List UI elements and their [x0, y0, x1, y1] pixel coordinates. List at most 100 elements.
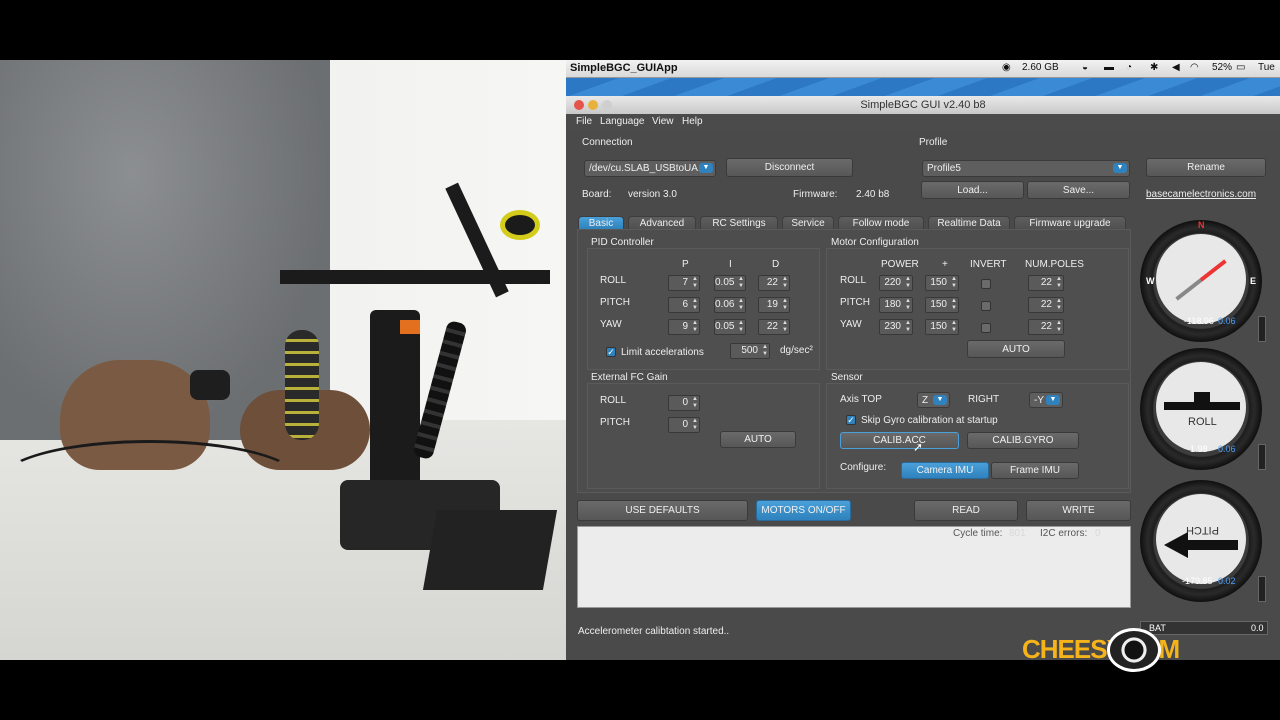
- eye-icon[interactable]: ◒: [1082, 62, 1088, 73]
- pitch-arrow-shaft-icon: [1186, 540, 1238, 550]
- basecam-link[interactable]: basecamelectronics.com: [1146, 189, 1256, 200]
- motor-pitch-invert[interactable]: [981, 301, 991, 311]
- drive-icon[interactable]: ▬: [1104, 62, 1114, 73]
- pitch-gauge: PITCH -179.85 0.02: [1140, 480, 1262, 602]
- menu-view[interactable]: View: [652, 116, 674, 127]
- axis-top-select[interactable]: Z ▼: [917, 392, 950, 408]
- motor-pitch-plus[interactable]: 150 ▲ ▼: [925, 297, 959, 313]
- pid-yaw-p[interactable]: 9 ▲ ▼: [668, 319, 700, 335]
- limit-accel-checkbox[interactable]: ✓: [606, 347, 616, 357]
- battery-icon[interactable]: ▭: [1236, 62, 1245, 73]
- fc-pitch-gain[interactable]: 0 ▲ ▼: [668, 417, 700, 433]
- calib-gyro-button[interactable]: CALIB.GYRO: [967, 432, 1079, 449]
- save-button[interactable]: Save...: [1027, 181, 1130, 199]
- pid-yaw-d[interactable]: 22 ▲ ▼: [758, 319, 790, 335]
- menu-help[interactable]: Help: [682, 116, 703, 127]
- right-axis-value: -Y: [1034, 394, 1044, 406]
- camera-imu-button[interactable]: Camera IMU: [901, 462, 989, 479]
- pid-pitch-d[interactable]: 19 ▲ ▼: [758, 297, 790, 313]
- chevron-down-icon: ▼: [1113, 163, 1127, 173]
- calib-acc-button[interactable]: CALIB.ACC: [840, 432, 959, 449]
- tab-rc-settings[interactable]: RC Settings: [700, 216, 778, 230]
- fc-row-label: ROLL: [600, 395, 627, 406]
- motor-auto-button[interactable]: AUTO: [967, 340, 1065, 358]
- limit-accel-unit: dg/sec²: [780, 345, 813, 356]
- motor-yaw-poles[interactable]: 22 ▲ ▼: [1028, 319, 1064, 335]
- motor-pitch-power[interactable]: 180 ▲ ▼: [879, 297, 913, 313]
- tab-follow-mode[interactable]: Follow mode: [838, 216, 924, 230]
- tab-realtime-data[interactable]: Realtime Data: [928, 216, 1010, 230]
- pid-pitch-i[interactable]: 0.06 ▲ ▼: [714, 297, 746, 313]
- frame-imu-button[interactable]: Frame IMU: [991, 462, 1079, 479]
- firmware-label: Firmware:: [793, 189, 838, 200]
- read-button[interactable]: READ: [914, 500, 1018, 521]
- motor-yaw-plus[interactable]: 150 ▲ ▼: [925, 319, 959, 335]
- wifi-icon[interactable]: ◠: [1190, 62, 1199, 73]
- right-axis-select[interactable]: -Y ▼: [1029, 392, 1063, 408]
- chevron-down-icon: ▼: [933, 395, 947, 405]
- mouse-cursor-icon: ➚: [913, 440, 924, 454]
- motors-toggle-button[interactable]: MOTORS ON/OFF: [756, 500, 851, 521]
- menu-language[interactable]: Language: [600, 116, 645, 127]
- motor-pitch-poles[interactable]: 22 ▲ ▼: [1028, 297, 1064, 313]
- motor-yaw-power[interactable]: 230 ▲ ▼: [879, 319, 913, 335]
- wrist-watch: [190, 370, 230, 400]
- battery-bar-label: BAT: [1149, 623, 1166, 633]
- profile-select[interactable]: Profile5 ▼: [922, 160, 1130, 177]
- i2c-errors-value: 0: [1095, 528, 1101, 539]
- tab-basic[interactable]: Basic: [578, 216, 624, 230]
- pid-row-label: PITCH: [600, 297, 630, 308]
- fc-auto-button[interactable]: AUTO: [720, 431, 796, 448]
- tab-firmware-upgrade[interactable]: Firmware upgrade: [1014, 216, 1126, 230]
- battery-bar: BAT 0.0: [1140, 621, 1268, 635]
- motor-roll-invert[interactable]: [981, 279, 991, 289]
- disconnect-button[interactable]: Disconnect: [726, 158, 853, 177]
- skip-gyro-checkbox[interactable]: ✓: [846, 415, 856, 425]
- usb-cable: [0, 440, 300, 520]
- battery-percent[interactable]: 52%: [1212, 62, 1232, 73]
- sync-icon[interactable]: ◔: [1126, 62, 1132, 73]
- status-text: Accelerometer calibtation started..: [578, 626, 730, 637]
- rename-button[interactable]: Rename: [1146, 158, 1266, 177]
- firmware-value: 2.40 b8: [856, 189, 890, 200]
- port-select[interactable]: /dev/cu.SLAB_USBtoUA... ▼: [584, 160, 716, 177]
- cycle-time-value: 801: [1009, 528, 1026, 539]
- clock[interactable]: Tue: [1258, 62, 1275, 73]
- motor-row-label: ROLL: [840, 275, 867, 286]
- motor-row-label: PITCH: [840, 297, 870, 308]
- volume-icon[interactable]: ◀: [1172, 62, 1180, 73]
- menu-file[interactable]: File: [576, 116, 592, 127]
- memory-status[interactable]: 2.60 GB: [1022, 62, 1059, 73]
- fc-row-label: PITCH: [600, 417, 630, 428]
- pid-roll-i[interactable]: 0.05 ▲ ▼: [714, 275, 746, 291]
- write-button[interactable]: WRITE: [1026, 500, 1131, 521]
- fc-gain-heading: External FC Gain: [591, 372, 668, 383]
- tab-service[interactable]: Service: [782, 216, 834, 230]
- load-button[interactable]: Load...: [921, 181, 1024, 199]
- limit-accel-input[interactable]: 500 ▲ ▼: [730, 343, 770, 359]
- use-defaults-button[interactable]: USE DEFAULTS: [577, 500, 748, 521]
- pid-yaw-i[interactable]: 0.05 ▲ ▼: [714, 319, 746, 335]
- cycle-time-label: Cycle time:: [953, 528, 1003, 539]
- roll-label: ROLL: [1188, 416, 1217, 428]
- fc-roll-gain[interactable]: 0 ▲ ▼: [668, 395, 700, 411]
- motor-roll-poles[interactable]: 22 ▲ ▼: [1028, 275, 1064, 291]
- profile-heading: Profile: [919, 137, 948, 148]
- pid-pitch-p[interactable]: 6 ▲ ▼: [668, 297, 700, 313]
- motor-roll-plus[interactable]: 150 ▲ ▼: [925, 275, 959, 291]
- motor-yaw-invert[interactable]: [981, 323, 991, 333]
- menubar-app-name[interactable]: SimpleBGC_GUIApp: [570, 62, 678, 74]
- record-icon[interactable]: ◉: [1002, 62, 1011, 73]
- roll-mark-icon: [1194, 392, 1210, 404]
- mac-menubar: SimpleBGC_GUIApp ◉ 2.60 GB ◒ ▬ ◔ ✱ ◀ ◠ 5…: [566, 60, 1280, 78]
- axis-top-label: Axis TOP: [840, 394, 882, 405]
- yaw-rate: 0.06: [1218, 316, 1236, 326]
- motor-heading: Motor Configuration: [831, 237, 919, 248]
- bluetooth-icon[interactable]: ✱: [1150, 62, 1158, 73]
- motor-roll-power[interactable]: 220 ▲ ▼: [879, 275, 913, 291]
- sensor-heading: Sensor: [831, 372, 863, 383]
- tab-advanced[interactable]: Advanced: [628, 216, 696, 230]
- pid-roll-p[interactable]: 7 ▲ ▼: [668, 275, 700, 291]
- pid-row-label: ROLL: [600, 275, 627, 286]
- pid-roll-d[interactable]: 22 ▲ ▼: [758, 275, 790, 291]
